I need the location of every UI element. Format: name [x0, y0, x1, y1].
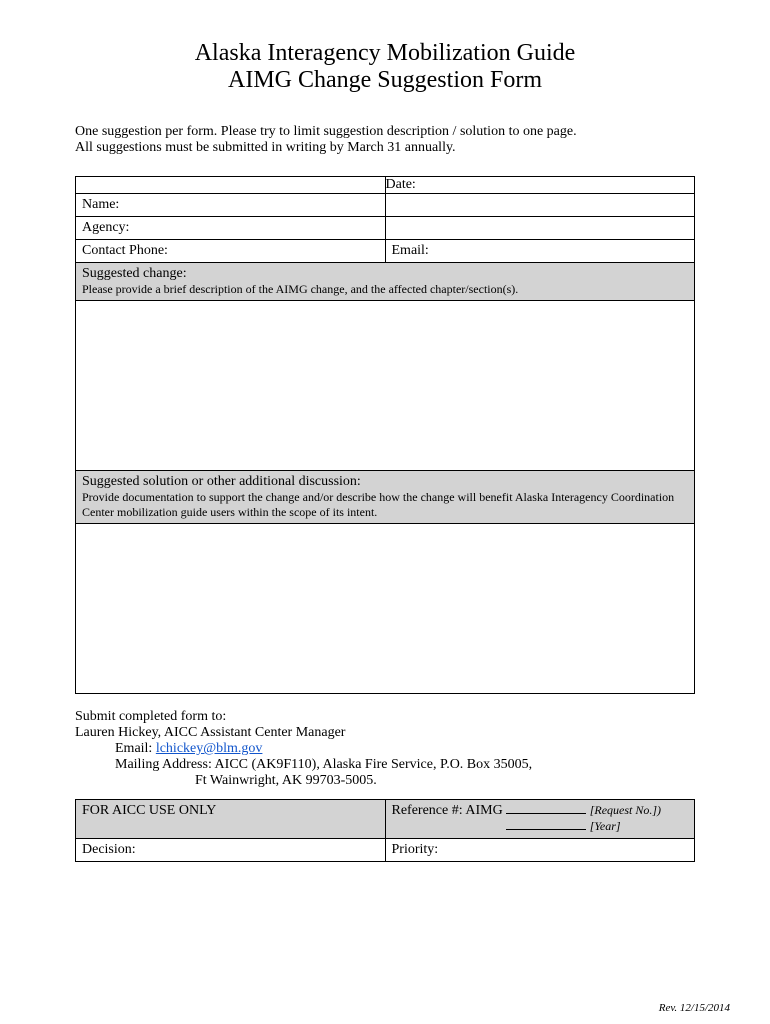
suggested-change-sub: Please provide a brief description of th…	[82, 282, 688, 297]
suggested-solution-label: Suggested solution or other additional d…	[82, 474, 688, 490]
submit-email-line: Email: lchickey@blm.gov	[75, 741, 695, 757]
aicc-use-only-label: FOR AICC USE ONLY	[76, 800, 386, 839]
title-line-2: AIMG Change Suggestion Form	[75, 67, 695, 94]
agency-cell[interactable]: Agency:	[76, 217, 386, 240]
contact-phone-label: Contact Phone:	[82, 243, 168, 258]
agency-label: Agency:	[82, 220, 129, 235]
aicc-reference-label: Reference #: AIMG	[392, 803, 503, 818]
submit-block: Submit completed form to: Lauren Hickey,…	[75, 709, 695, 789]
date-cell[interactable]: Date:	[385, 177, 695, 194]
email-cell[interactable]: Email:	[385, 240, 695, 263]
intro-text: One suggestion per form. Please try to l…	[75, 124, 695, 156]
intro-line-1: One suggestion per form. Please try to l…	[75, 124, 695, 140]
footer-rev: Rev. 12/15/2014	[659, 1002, 730, 1014]
name-cell[interactable]: Name:	[76, 194, 386, 217]
title-line-1: Alaska Interagency Mobilization Guide	[75, 40, 695, 67]
suggested-change-input[interactable]	[76, 301, 695, 471]
aicc-request-no-hint: [Request No.])	[590, 803, 661, 817]
aicc-request-no-line[interactable]	[506, 813, 586, 814]
aicc-year-hint: [Year]	[590, 819, 621, 833]
aicc-year-line[interactable]	[506, 829, 586, 830]
aicc-priority-label: Priority:	[392, 842, 439, 857]
aicc-decision-cell[interactable]: Decision:	[76, 839, 386, 862]
form-table: Date: Name: Agency: Contact Phone: Email…	[75, 176, 695, 694]
submit-mailing-line2: Ft Wainwright, AK 99703-5005.	[75, 773, 695, 789]
title-block: Alaska Interagency Mobilization Guide AI…	[75, 40, 695, 94]
submit-email-link[interactable]: lchickey@blm.gov	[156, 741, 263, 756]
suggested-solution-sub: Provide documentation to support the cha…	[82, 490, 688, 520]
suggested-change-label: Suggested change:	[82, 266, 688, 282]
date-label: Date:	[386, 177, 416, 192]
suggested-change-header: Suggested change: Please provide a brief…	[76, 263, 695, 301]
name-value-cell[interactable]	[385, 194, 695, 217]
aicc-priority-cell[interactable]: Priority:	[385, 839, 695, 862]
intro-line-2: All suggestions must be submitted in wri…	[75, 140, 695, 156]
name-label: Name:	[82, 197, 119, 212]
email-label: Email:	[392, 243, 429, 258]
suggested-solution-header: Suggested solution or other additional d…	[76, 471, 695, 524]
submit-name-line: Lauren Hickey, AICC Assistant Center Man…	[75, 725, 695, 741]
submit-email-label: Email:	[115, 741, 156, 756]
submit-heading: Submit completed form to:	[75, 709, 695, 725]
submit-mailing-line: Mailing Address: AICC (AK9F110), Alaska …	[75, 757, 695, 773]
blank-cell-left	[76, 177, 386, 194]
aicc-decision-label: Decision:	[82, 842, 136, 857]
suggested-solution-input[interactable]	[76, 524, 695, 694]
contact-phone-cell[interactable]: Contact Phone:	[76, 240, 386, 263]
aicc-reference-cell[interactable]: Reference #: AIMG [Request No.]) Referen…	[385, 800, 695, 839]
agency-value-cell[interactable]	[385, 217, 695, 240]
aicc-table: FOR AICC USE ONLY Reference #: AIMG [Req…	[75, 799, 695, 862]
